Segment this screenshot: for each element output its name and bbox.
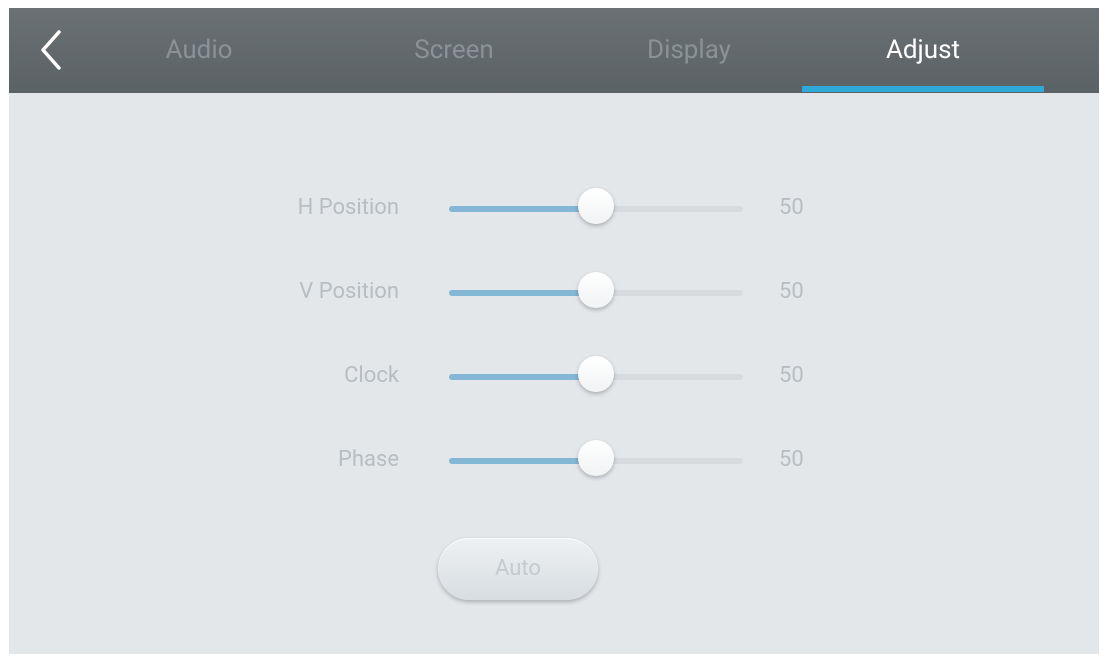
- clock-slider[interactable]: [449, 356, 743, 392]
- setting-row-clock: Clock 50: [9, 356, 1099, 396]
- v-position-slider[interactable]: [449, 272, 743, 308]
- tab-screen[interactable]: Screen: [384, 30, 524, 70]
- tab-bar: Audio Screen Display Adjust: [9, 8, 1099, 93]
- setting-row-v-position: V Position 50: [9, 272, 1099, 312]
- slider-thumb[interactable]: [578, 272, 614, 308]
- slider-thumb[interactable]: [578, 356, 614, 392]
- setting-label: Phase: [338, 447, 399, 472]
- slider-thumb[interactable]: [578, 440, 614, 476]
- back-button[interactable]: [35, 26, 69, 74]
- active-tab-indicator: [802, 86, 1044, 92]
- h-position-slider[interactable]: [449, 188, 743, 224]
- setting-label: H Position: [297, 195, 399, 220]
- tab-adjust[interactable]: Adjust: [863, 30, 983, 70]
- setting-value: 50: [779, 363, 804, 388]
- setting-row-phase: Phase 50: [9, 440, 1099, 480]
- setting-row-h-position: H Position 50: [9, 188, 1099, 228]
- setting-label: V Position: [299, 279, 399, 304]
- setting-value: 50: [779, 279, 804, 304]
- chevron-left-icon: [41, 30, 61, 70]
- setting-value: 50: [779, 447, 804, 472]
- auto-button[interactable]: Auto: [438, 538, 598, 600]
- slider-fill: [449, 206, 596, 212]
- slider-fill: [449, 458, 596, 464]
- setting-label: Clock: [344, 363, 399, 388]
- slider-fill: [449, 374, 596, 380]
- phase-slider[interactable]: [449, 440, 743, 476]
- tab-audio[interactable]: Audio: [149, 30, 249, 70]
- setting-value: 50: [779, 195, 804, 220]
- slider-fill: [449, 290, 596, 296]
- slider-thumb[interactable]: [578, 188, 614, 224]
- adjust-settings-screen: Audio Screen Display Adjust H Position 5…: [9, 8, 1099, 654]
- tab-display[interactable]: Display: [619, 30, 759, 70]
